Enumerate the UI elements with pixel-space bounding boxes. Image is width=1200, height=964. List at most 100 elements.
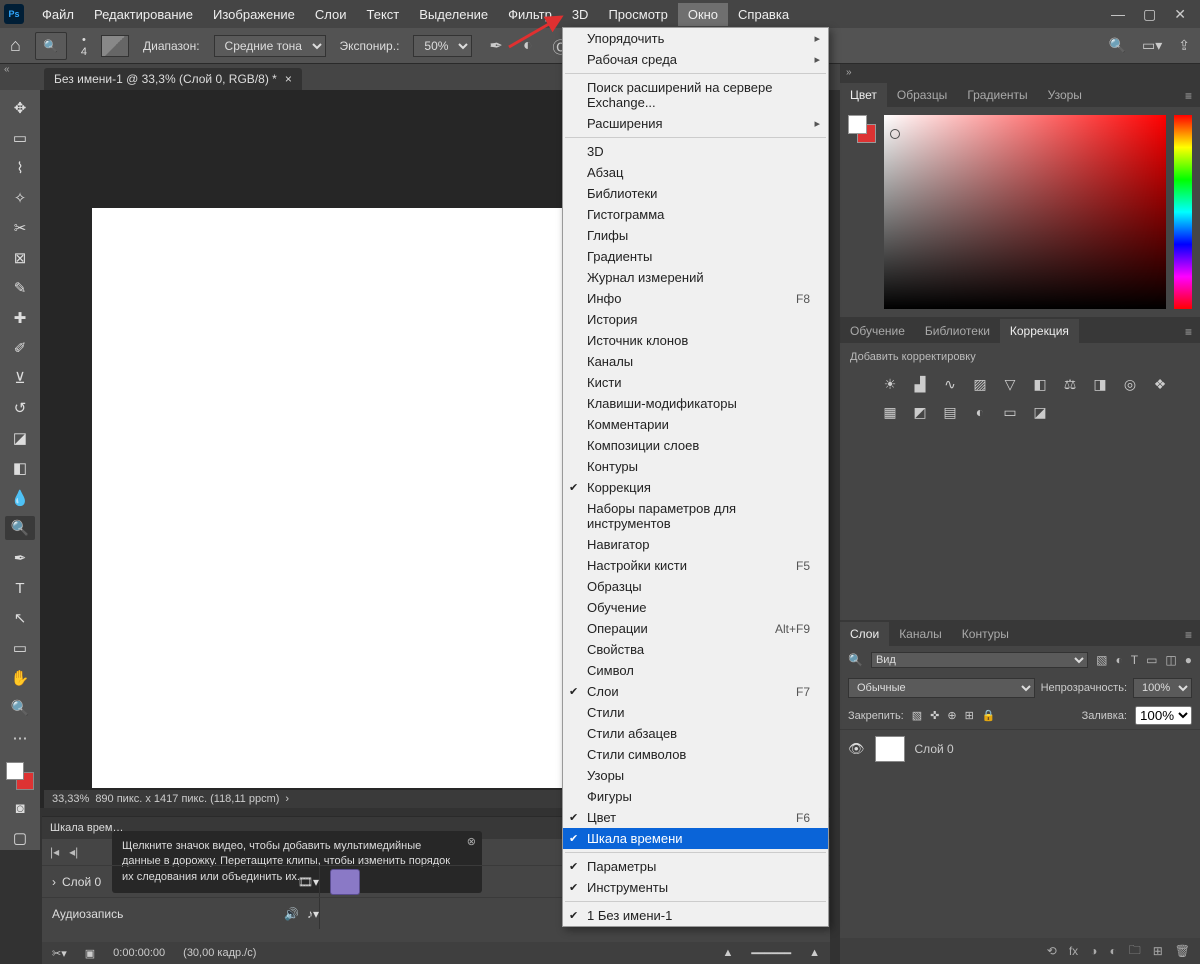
brush-size-widget[interactable]: •4: [81, 34, 87, 58]
adj-vibrance-icon[interactable]: ▽: [1000, 375, 1020, 393]
layer-mask-icon[interactable]: ◑: [1090, 944, 1097, 958]
dd-shapes[interactable]: Фигуры: [563, 786, 828, 807]
track-expand-icon[interactable]: ›: [52, 875, 56, 889]
history-brush-tool[interactable]: ↺: [5, 396, 35, 420]
menu-layer[interactable]: Слои: [305, 3, 357, 26]
menu-file[interactable]: Файл: [32, 3, 84, 26]
layer-kind-select[interactable]: Вид: [871, 652, 1088, 668]
range-select[interactable]: Средние тона: [214, 35, 326, 57]
adj-levels-icon[interactable]: ▟: [910, 375, 930, 393]
delete-layer-icon[interactable]: 🗑: [1175, 944, 1190, 958]
healing-tool[interactable]: ✚: [5, 306, 35, 330]
dd-brush-settings[interactable]: Настройки кистиF5: [563, 555, 828, 576]
type-tool[interactable]: T: [5, 576, 35, 600]
blend-mode-select[interactable]: Обычные: [848, 678, 1035, 698]
pen-tool[interactable]: ✒: [5, 546, 35, 570]
screen-mode-icon[interactable]: ▢: [5, 826, 35, 850]
tl-cut-icon[interactable]: ✂▾: [52, 947, 67, 960]
color-field[interactable]: [884, 115, 1166, 309]
toolbar-collapse-icon[interactable]: «: [4, 64, 10, 75]
dd-options[interactable]: Параметры: [563, 856, 828, 877]
brush-panel-icon[interactable]: [101, 35, 129, 57]
filter-adjust-icon[interactable]: ◐: [1115, 653, 1122, 667]
eyedropper-tool[interactable]: ✎: [5, 276, 35, 300]
quick-select-tool[interactable]: ✧: [5, 186, 35, 210]
dd-swatches[interactable]: Образцы: [563, 576, 828, 597]
dd-measurement-log[interactable]: Журнал измерений: [563, 267, 828, 288]
adj-curves-icon[interactable]: ∿: [940, 375, 960, 393]
tl-zoom-out-icon[interactable]: ▲: [722, 947, 733, 959]
dd-paths[interactable]: Контуры: [563, 456, 828, 477]
adj-brightness-icon[interactable]: ☀: [880, 375, 900, 393]
adj-threshold-icon[interactable]: ◐: [970, 403, 990, 421]
adj-color-lookup-icon[interactable]: ▦: [880, 403, 900, 421]
dd-libraries[interactable]: Библиотеки: [563, 183, 828, 204]
protect-tones-icon[interactable]: ◐: [523, 37, 533, 55]
audio-notes-icon[interactable]: ♪▾: [307, 907, 319, 921]
document-tab[interactable]: Без имени-1 @ 33,3% (Слой 0, RGB/8) * ×: [44, 68, 302, 90]
adj-hue-icon[interactable]: ◧: [1030, 375, 1050, 393]
menu-window[interactable]: Окно: [678, 3, 728, 26]
tab-gradients[interactable]: Градиенты: [957, 83, 1037, 107]
panel-collapse-icon[interactable]: »: [840, 64, 1200, 81]
menu-filter[interactable]: Фильтр: [498, 3, 562, 26]
status-dims[interactable]: 890 пикс. x 1417 пикс. (118,11 ppcm): [95, 793, 279, 805]
document-tab-close-icon[interactable]: ×: [285, 72, 292, 86]
dd-clone-source[interactable]: Источник клонов: [563, 330, 828, 351]
tl-convert-icon[interactable]: ▣: [85, 947, 95, 960]
timeline-clip[interactable]: [330, 869, 360, 895]
dd-layer-comps[interactable]: Композиции слоев: [563, 435, 828, 456]
dd-arrange[interactable]: Упорядочить: [563, 28, 828, 49]
eraser-tool[interactable]: ◪: [5, 426, 35, 450]
dd-find-extensions[interactable]: Поиск расширений на сервере Exchange...: [563, 77, 828, 113]
status-zoom[interactable]: 33,33%: [52, 793, 89, 805]
dd-tool-presets[interactable]: Наборы параметров для инструментов: [563, 498, 828, 534]
dd-layers[interactable]: СлоиF7: [563, 681, 828, 702]
tab-swatches[interactable]: Образцы: [887, 83, 957, 107]
layer-visibility-icon[interactable]: 👁: [848, 741, 865, 757]
dd-doc1[interactable]: 1 Без имени-1: [563, 905, 828, 926]
tab-color[interactable]: Цвет: [840, 83, 887, 107]
hue-slider[interactable]: [1174, 115, 1192, 309]
adj-invert-icon[interactable]: ◩: [910, 403, 930, 421]
exposure-select[interactable]: 50%: [413, 35, 472, 57]
layer-fx-icon[interactable]: fx: [1069, 944, 1078, 958]
frame-tool[interactable]: ⊠: [5, 246, 35, 270]
status-arrow-icon[interactable]: ›: [285, 793, 289, 805]
adj-gradient-map-icon[interactable]: ▭: [1000, 403, 1020, 421]
adj-color-balance-icon[interactable]: ⚖: [1060, 375, 1080, 393]
dd-workspace[interactable]: Рабочая среда: [563, 49, 828, 70]
lock-all-icon[interactable]: 🔒: [982, 709, 996, 722]
link-layers-icon[interactable]: ⟲: [1047, 944, 1057, 958]
dd-styles[interactable]: Стили: [563, 702, 828, 723]
new-layer-icon[interactable]: ⊞: [1153, 944, 1163, 958]
tooltip-close-icon[interactable]: ⊗: [467, 835, 476, 850]
dd-paragraph-styles[interactable]: Стили абзацев: [563, 723, 828, 744]
dodge-tool[interactable]: 🔍: [5, 516, 35, 540]
document-canvas[interactable]: [92, 208, 564, 788]
filter-shape-icon[interactable]: ▭: [1146, 653, 1157, 667]
dd-extensions[interactable]: Расширения: [563, 113, 828, 134]
dd-channels[interactable]: Каналы: [563, 351, 828, 372]
dd-actions[interactable]: ОперацииAlt+F9: [563, 618, 828, 639]
dd-patterns[interactable]: Узоры: [563, 765, 828, 786]
tab-channels-panel[interactable]: Каналы: [889, 622, 952, 646]
dd-brushes[interactable]: Кисти: [563, 372, 828, 393]
lasso-tool[interactable]: ⌇: [5, 156, 35, 180]
tab-adjustments[interactable]: Коррекция: [1000, 319, 1079, 343]
lock-artboard-icon[interactable]: ⊕: [947, 709, 956, 722]
menu-select[interactable]: Выделение: [409, 3, 498, 26]
blur-tool[interactable]: 💧: [5, 486, 35, 510]
home-icon[interactable]: ⌂: [10, 35, 21, 56]
dd-adjustments[interactable]: Коррекция: [563, 477, 828, 498]
menu-3d[interactable]: 3D: [562, 3, 599, 26]
foreground-background-colors[interactable]: [6, 762, 34, 790]
dd-timeline[interactable]: Шкала времени: [563, 828, 828, 849]
tab-patterns[interactable]: Узоры: [1038, 83, 1092, 107]
new-adjustment-icon[interactable]: ◐: [1109, 944, 1116, 958]
shape-tool[interactable]: ▭: [5, 636, 35, 660]
tab-learn[interactable]: Обучение: [840, 319, 915, 343]
dd-character-styles[interactable]: Стили символов: [563, 744, 828, 765]
crop-tool[interactable]: ✂: [5, 216, 35, 240]
dd-histogram[interactable]: Гистограмма: [563, 204, 828, 225]
